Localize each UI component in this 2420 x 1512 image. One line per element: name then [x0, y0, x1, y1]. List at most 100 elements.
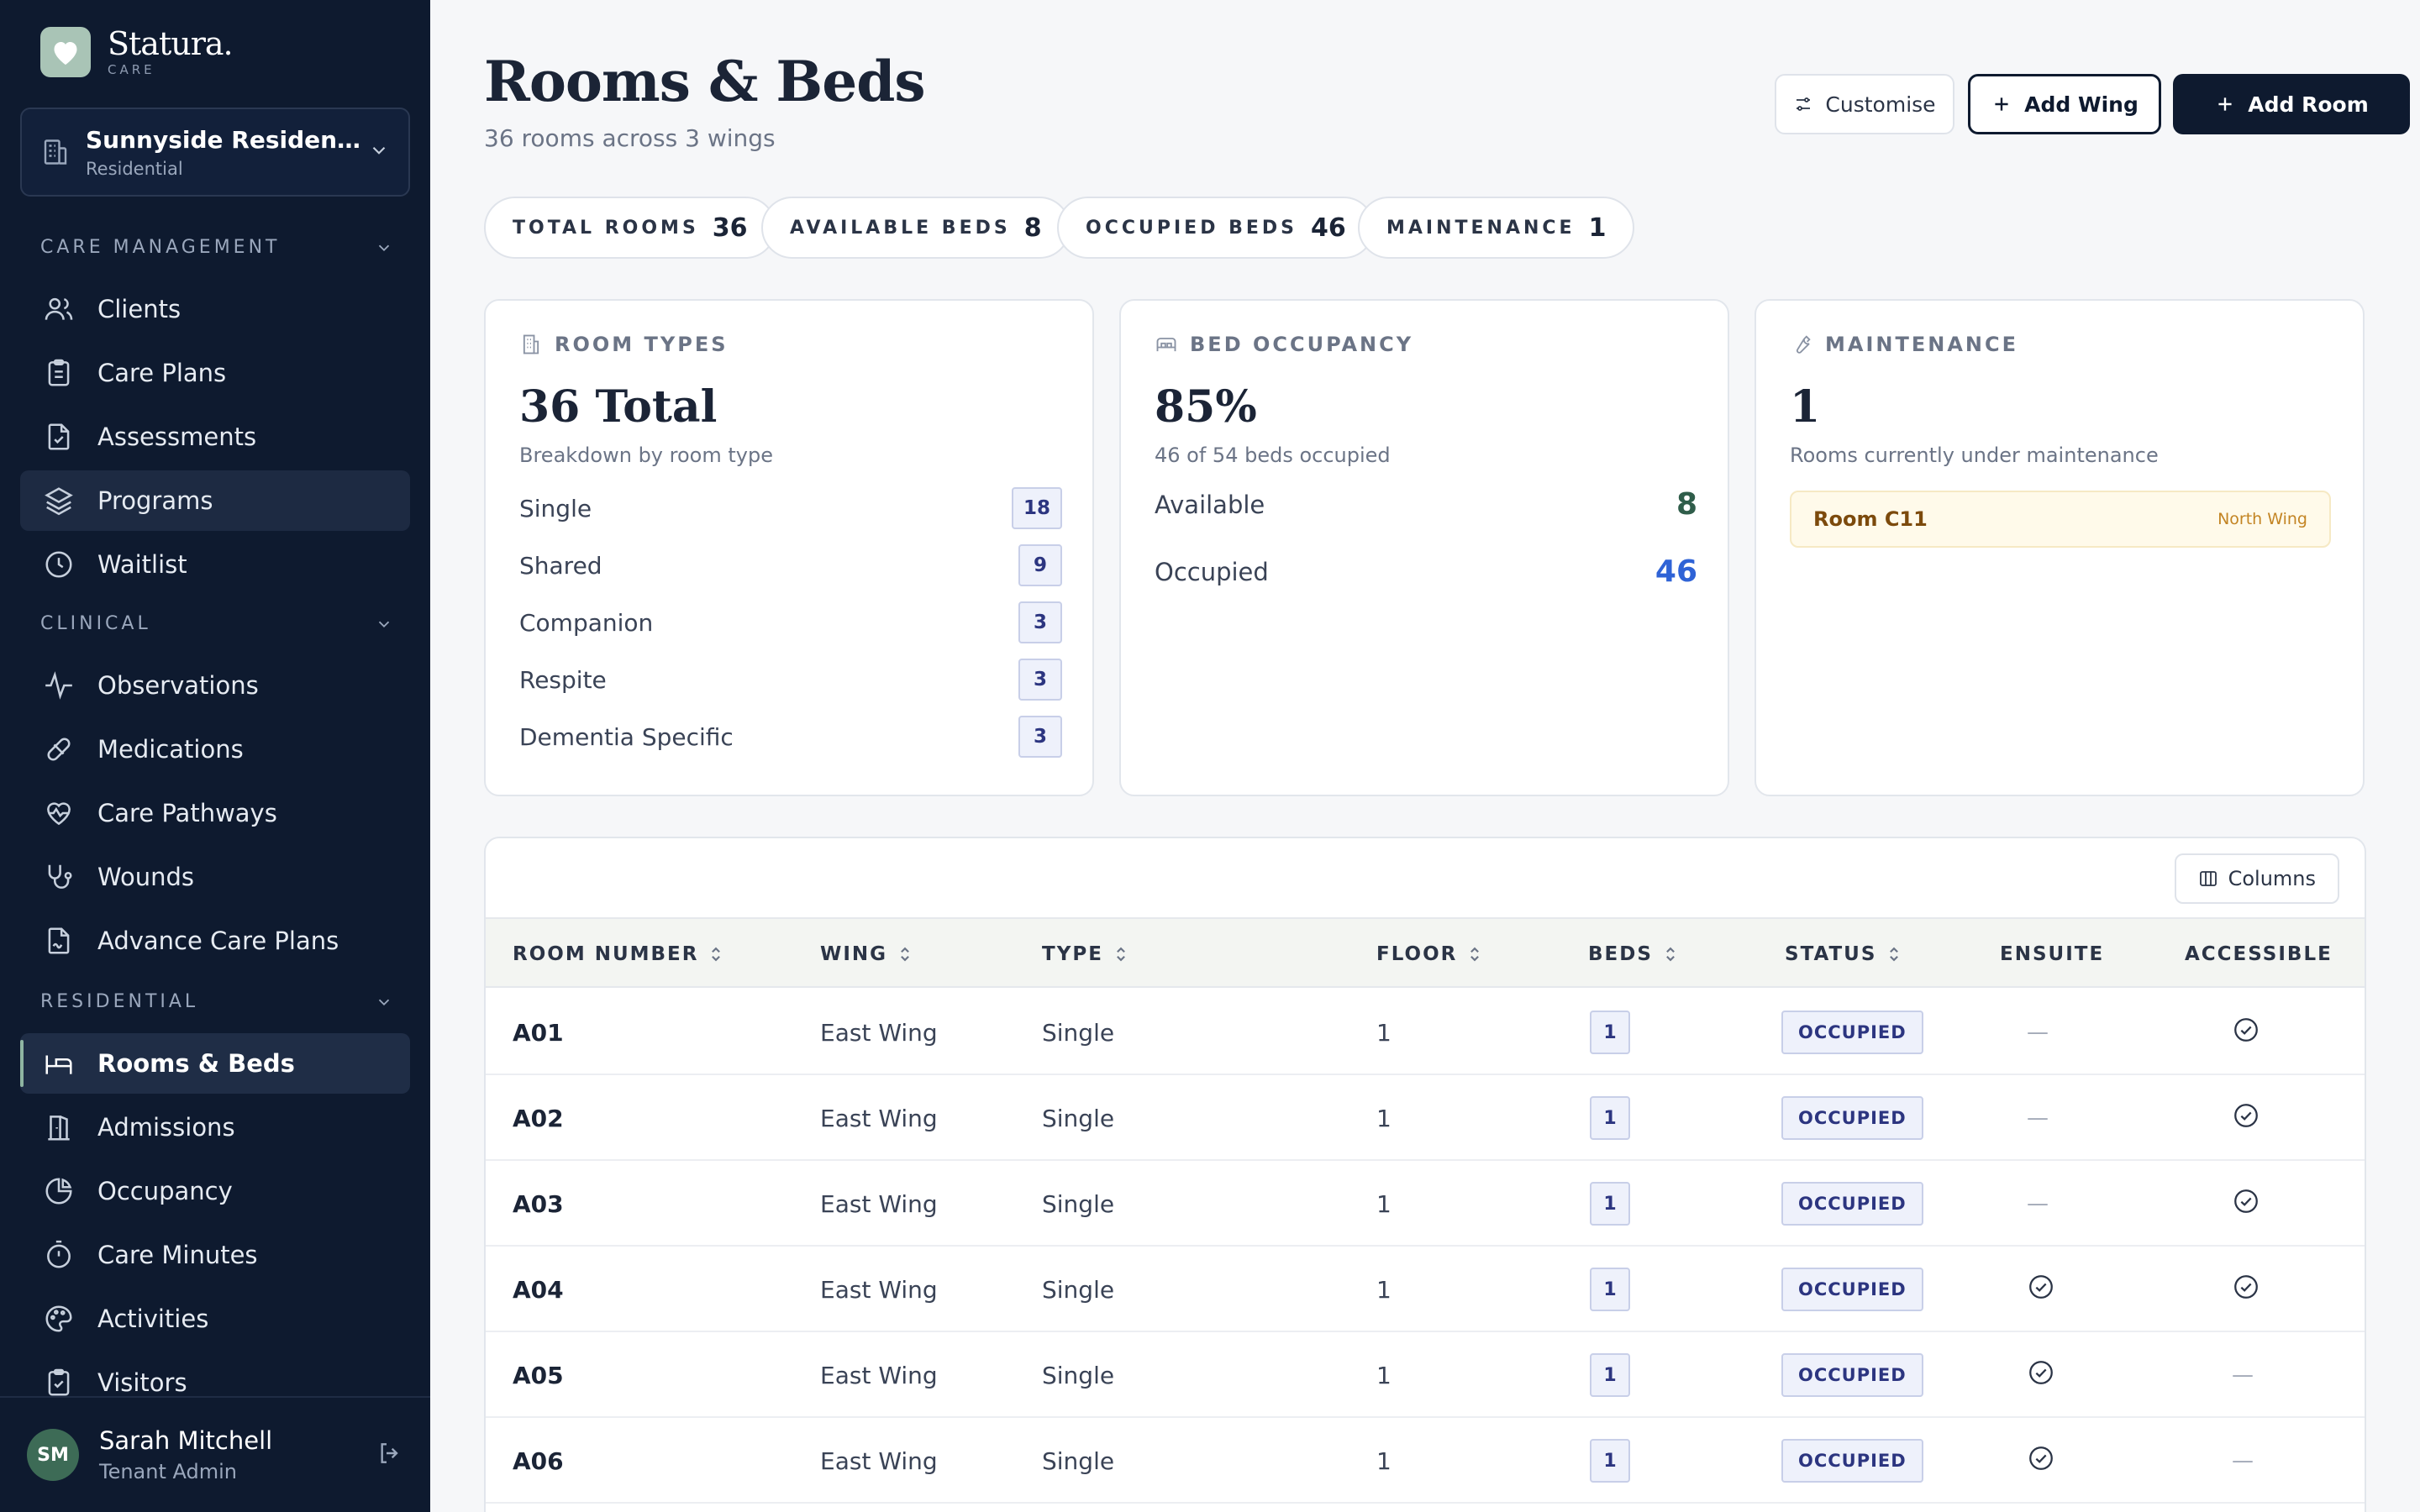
table-row[interactable]: A03 East Wing Single 1 1 OCCUPIED —: [486, 1161, 2365, 1247]
sidebar-item-clients[interactable]: Clients: [20, 279, 410, 339]
status-badge: OCCUPIED: [1781, 1353, 1923, 1397]
column-header-type[interactable]: TYPE: [1042, 919, 1128, 990]
wing-cell: East Wing: [820, 1361, 938, 1389]
type-cell: Single: [1042, 1275, 1115, 1304]
bed-count-badge: 1: [1590, 1096, 1630, 1140]
sidebar-item-observations[interactable]: Observations: [20, 655, 410, 716]
column-header-status[interactable]: STATUS: [1785, 919, 1902, 990]
sidebar-item-rooms-beds[interactable]: Rooms & Beds: [20, 1033, 410, 1094]
room-type-row: Dementia Specific 3: [519, 716, 1062, 758]
sort-icon: [1886, 945, 1902, 963]
table-row[interactable]: A02 East Wing Single 1 1 OCCUPIED —: [486, 1075, 2365, 1161]
sidebar-item-label: Visitors: [97, 1368, 187, 1397]
org-switcher[interactable]: Sunnyside Residential Care Residential: [20, 108, 410, 197]
sort-icon: [1663, 945, 1678, 963]
beds-cell: 1: [1590, 1161, 1630, 1247]
section-clinical[interactable]: CLINICAL: [40, 613, 393, 634]
column-header-wing[interactable]: WING: [820, 919, 913, 990]
sidebar-item-advance-care-plans[interactable]: Advance Care Plans: [20, 911, 410, 971]
pie-chart-icon: [42, 1174, 76, 1208]
accessible-cell: [2232, 1161, 2265, 1247]
type-cell: Single: [1042, 1189, 1115, 1218]
sort-icon: [1113, 945, 1128, 963]
type-cell: Single: [1042, 1361, 1115, 1389]
status-cell: OCCUPIED: [1781, 1418, 1923, 1504]
section-label: RESIDENTIAL: [40, 991, 199, 1012]
users-icon: [42, 292, 76, 326]
count-badge: 3: [1018, 659, 1062, 701]
room-number-cell: A06: [513, 1446, 564, 1475]
dash-icon: —: [2027, 1020, 2049, 1045]
add-room-label: Add Room: [2248, 92, 2369, 117]
section-residential[interactable]: RESIDENTIAL: [40, 991, 393, 1012]
sidebar-item-care-plans[interactable]: Care Plans: [20, 343, 410, 403]
section-care-management[interactable]: CARE MANAGEMENT: [40, 237, 393, 258]
sidebar-item-care-pathways[interactable]: Care Pathways: [20, 783, 410, 843]
sort-icon: [708, 945, 723, 963]
org-type: Residential: [86, 158, 183, 179]
occupied-value: 46: [1655, 554, 1697, 589]
column-header-room-number[interactable]: ROOM NUMBER: [513, 919, 723, 990]
brand[interactable]: Statura. CARE: [40, 27, 234, 77]
heart-pulse-icon: [42, 796, 76, 830]
floor-cell: 1: [1376, 1104, 1392, 1132]
stethoscope-icon: [42, 860, 76, 894]
accessible-cell: —: [2232, 1332, 2265, 1418]
sidebar-item-label: Programs: [97, 486, 213, 515]
sidebar-item-admissions[interactable]: Admissions: [20, 1097, 410, 1158]
check-circle-icon: [2232, 1016, 2260, 1050]
add-room-button[interactable]: Add Room: [2173, 74, 2410, 134]
check-circle-icon: [2232, 1273, 2260, 1307]
stat-occupied-beds: OCCUPIED BEDS 46: [1057, 197, 1375, 259]
count-badge: 3: [1018, 601, 1062, 643]
sidebar-item-assessments[interactable]: Assessments: [20, 407, 410, 467]
brand-sub: CARE: [108, 62, 155, 77]
occupancy-desc: 46 of 54 beds occupied: [1155, 444, 1391, 467]
sidebar-item-wounds[interactable]: Wounds: [20, 847, 410, 907]
customise-button[interactable]: Customise: [1775, 74, 1954, 134]
room-type-row: Companion 3: [519, 601, 1062, 643]
dash-icon: —: [2232, 1362, 2254, 1388]
plus-icon: [2214, 93, 2236, 115]
table-row[interactable]: A01 East Wing Single 1 1 OCCUPIED —: [486, 990, 2365, 1075]
sidebar-item-label: Advance Care Plans: [97, 927, 339, 955]
check-circle-icon: [2232, 1187, 2260, 1221]
available-row: Available 8: [1155, 487, 1697, 522]
sidebar-item-label: Assessments: [97, 423, 257, 451]
heart-logo-icon: [40, 27, 91, 77]
stat-total-rooms: TOTAL ROOMS 36: [484, 197, 776, 259]
maintenance-room-item[interactable]: Room C11 North Wing: [1790, 491, 2331, 548]
file-signature-icon: [42, 924, 76, 958]
table-row[interactable]: A05 East Wing Single 1 1 OCCUPIED —: [486, 1332, 2365, 1418]
add-wing-button[interactable]: Add Wing: [1968, 74, 2161, 134]
building-icon: [40, 137, 71, 167]
activity-icon: [42, 669, 76, 702]
columns-button[interactable]: Columns: [2174, 853, 2339, 904]
sidebar-item-medications[interactable]: Medications: [20, 719, 410, 780]
maintenance-wing: North Wing: [2217, 510, 2307, 528]
table-row[interactable]: A06 East Wing Single 1 1 OCCUPIED —: [486, 1418, 2365, 1504]
status-cell: OCCUPIED: [1781, 1247, 1923, 1332]
column-header-beds[interactable]: BEDS: [1588, 919, 1678, 990]
column-header-floor[interactable]: FLOOR: [1376, 919, 1482, 990]
sidebar-item-activities[interactable]: Activities: [20, 1289, 410, 1349]
user-profile[interactable]: SM Sarah Mitchell Tenant Admin: [0, 1396, 430, 1512]
layers-icon: [42, 484, 76, 517]
sidebar-item-waitlist[interactable]: Waitlist: [20, 534, 410, 595]
dash-icon: —: [2027, 1191, 2049, 1216]
bed-count-badge: 1: [1590, 1268, 1630, 1311]
room-type-row: Single 18: [519, 487, 1062, 529]
sidebar-item-label: Clients: [97, 295, 182, 323]
sidebar-item-occupancy[interactable]: Occupancy: [20, 1161, 410, 1221]
sidebar-item-programs[interactable]: Programs: [20, 470, 410, 531]
sidebar-item-label: Care Minutes: [97, 1241, 258, 1269]
chevron-down-icon: [378, 621, 390, 627]
beds-cell: 1: [1590, 990, 1630, 1075]
accessible-cell: [2232, 990, 2265, 1075]
wing-cell: East Wing: [820, 1104, 938, 1132]
logout-icon[interactable]: [376, 1440, 403, 1470]
ensuite-cell: —: [2027, 1075, 2060, 1161]
table-row[interactable]: A04 East Wing Single 1 1 OCCUPIED: [486, 1247, 2365, 1332]
sidebar-item-care-minutes[interactable]: Care Minutes: [20, 1225, 410, 1285]
sidebar-item-label: Occupancy: [97, 1177, 233, 1205]
